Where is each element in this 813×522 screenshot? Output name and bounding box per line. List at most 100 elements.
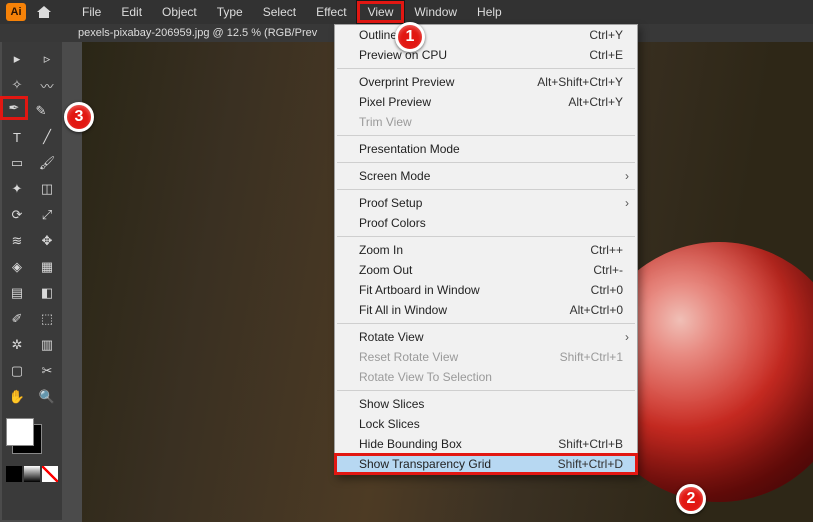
menu-view[interactable]: View — [357, 1, 405, 23]
width-tool[interactable]: ≋ — [3, 229, 31, 253]
menu-item-shortcut: Ctrl+Y — [589, 28, 623, 42]
menu-item-shortcut: Alt+Ctrl+0 — [570, 303, 623, 317]
shape-builder-tool[interactable]: ◈ — [3, 255, 31, 279]
menu-item-label: Rotate View To Selection — [359, 370, 492, 384]
menu-separator — [337, 390, 635, 391]
menu-item-proof-setup[interactable]: Proof Setup — [335, 193, 637, 213]
menu-item-label: Reset Rotate View — [359, 350, 458, 364]
menu-item-pixel-preview[interactable]: Pixel PreviewAlt+Ctrl+Y — [335, 92, 637, 112]
menu-item-label: Fit Artboard in Window — [359, 283, 480, 297]
swatch-solid[interactable] — [6, 466, 22, 482]
menu-item-fit-all-in-window[interactable]: Fit All in Window Alt+Ctrl+0 — [335, 300, 637, 320]
menu-item-rotate-view[interactable]: Rotate View — [335, 327, 637, 347]
menu-separator — [337, 68, 635, 69]
eyedropper-tool[interactable]: ✐ — [3, 307, 31, 331]
menu-item-lock-slices[interactable]: Lock Slices — [335, 414, 637, 434]
menu-item-fit-artboard-in-window[interactable]: Fit Artboard in Window Ctrl+0 — [335, 280, 637, 300]
menu-separator — [337, 236, 635, 237]
type-tool[interactable]: T — [3, 125, 31, 149]
menu-item-proof-colors[interactable]: Proof Colors — [335, 213, 637, 233]
menu-item-label: Outline — [359, 28, 397, 42]
menu-item-overprint-preview[interactable]: Overprint PreviewAlt+Shift+Ctrl+Y — [335, 72, 637, 92]
menu-item-shortcut: Shift+Ctrl+B — [558, 437, 623, 451]
menu-object[interactable]: Object — [152, 1, 207, 23]
menu-item-label: Lock Slices — [359, 417, 420, 431]
menu-item-zoom-in[interactable]: Zoom InCtrl++ — [335, 240, 637, 260]
menu-select[interactable]: Select — [253, 1, 306, 23]
menu-item-label: Proof Setup — [359, 196, 422, 210]
menu-item-shortcut: Alt+Shift+Ctrl+Y — [537, 75, 623, 89]
mesh-tool[interactable]: ▤ — [3, 281, 31, 305]
menu-item-label: Presentation Mode — [359, 142, 460, 156]
menu-item-label: Screen Mode — [359, 169, 430, 183]
document-title: pexels-pixabay-206959.jpg @ 12.5 % (RGB/… — [78, 27, 317, 39]
eraser-tool[interactable]: ◫ — [33, 177, 61, 201]
app-logo: Ai — [6, 3, 26, 21]
menu-item-show-transparency-grid[interactable]: Show Transparency GridShift+Ctrl+D — [335, 454, 637, 474]
menu-item-shortcut: Ctrl++ — [590, 243, 623, 257]
menu-item-label: Trim View — [359, 115, 412, 129]
zoom-tool[interactable]: 🔍 — [33, 385, 61, 409]
menu-item-label: Rotate View — [359, 330, 423, 344]
line-tool[interactable]: ╱ — [33, 125, 61, 149]
shaper-tool[interactable]: ✦ — [3, 177, 31, 201]
menu-item-label: Fit All in Window — [359, 303, 447, 317]
swatch-none[interactable] — [42, 466, 58, 482]
scale-tool[interactable]: ⤢ — [33, 203, 61, 227]
menu-item-zoom-out[interactable]: Zoom Out Ctrl+- — [335, 260, 637, 280]
menu-item-shortcut: Ctrl+- — [593, 263, 623, 277]
blend-tool[interactable]: ⬚ — [33, 307, 61, 331]
free-transform-tool[interactable]: ✥ — [33, 229, 61, 253]
paintbrush-tool[interactable]: 🖌 — [33, 151, 61, 175]
hand-tool[interactable]: ✋ — [3, 385, 31, 409]
slice-tool[interactable]: ✂ — [33, 359, 61, 383]
swatch-gradient[interactable] — [24, 466, 40, 482]
menu-separator — [337, 162, 635, 163]
rotate-tool[interactable]: ⟳ — [3, 203, 31, 227]
curvature-tool[interactable]: ✎ — [27, 99, 55, 123]
menu-item-hide-bounding-box[interactable]: Hide Bounding Box Shift+Ctrl+B — [335, 434, 637, 454]
menu-item-reset-rotate-view: Reset Rotate View Shift+Ctrl+1 — [335, 347, 637, 367]
callout-2: 2 — [676, 484, 706, 514]
menu-item-shortcut: Alt+Ctrl+Y — [568, 95, 623, 109]
top-menubar: Ai File Edit Object Type Select Effect V… — [0, 0, 813, 24]
graph-tool[interactable]: ▥ — [33, 333, 61, 357]
menu-item-label: Hide Bounding Box — [359, 437, 462, 451]
menu-item-outline[interactable]: Outline Ctrl+Y — [335, 25, 637, 45]
callout-3: 3 — [64, 102, 94, 132]
fill-stroke-swatch[interactable] — [6, 418, 34, 446]
menu-item-trim-view: Trim View — [335, 112, 637, 132]
direct-selection-tool[interactable]: ▹ — [33, 47, 61, 71]
menu-item-label: Zoom Out — [359, 263, 412, 277]
menu-separator — [337, 189, 635, 190]
magic-wand-tool[interactable]: ✧ — [3, 73, 31, 97]
menu-item-preview-on-cpu[interactable]: Preview on CPUCtrl+E — [335, 45, 637, 65]
menu-item-show-slices[interactable]: Show Slices — [335, 394, 637, 414]
symbol-sprayer-tool[interactable]: ✲ — [3, 333, 31, 357]
menu-item-shortcut: Ctrl+0 — [591, 283, 623, 297]
menu-type[interactable]: Type — [207, 1, 253, 23]
menu-window[interactable]: Window — [404, 1, 467, 23]
lasso-tool[interactable]: 〰 — [33, 73, 61, 97]
color-swatches[interactable] — [2, 418, 62, 482]
menu-item-screen-mode[interactable]: Screen Mode — [335, 166, 637, 186]
menu-file[interactable]: File — [72, 1, 111, 23]
menu-effect[interactable]: Effect — [306, 1, 356, 23]
menu-item-shortcut: Ctrl+E — [589, 48, 623, 62]
selection-tool[interactable]: ▸ — [3, 47, 31, 71]
menu-item-shortcut: Shift+Ctrl+D — [558, 457, 623, 471]
menu-item-label: Show Slices — [359, 397, 424, 411]
artboard-tool[interactable]: ▢ — [3, 359, 31, 383]
menu-bar: File Edit Object Type Select Effect View… — [72, 1, 512, 23]
menu-help[interactable]: Help — [467, 1, 512, 23]
pen-tool[interactable]: ✒ — [0, 96, 28, 120]
perspective-tool[interactable]: ▦ — [33, 255, 61, 279]
menu-item-presentation-mode[interactable]: Presentation Mode — [335, 139, 637, 159]
view-menu-dropdown: Outline Ctrl+Y Preview on CPUCtrl+E Overpri… — [334, 24, 638, 475]
home-icon[interactable] — [34, 2, 54, 22]
gradient-tool[interactable]: ◧ — [33, 281, 61, 305]
menu-item-shortcut: Shift+Ctrl+1 — [560, 350, 623, 364]
menu-edit[interactable]: Edit — [111, 1, 152, 23]
menu-separator — [337, 323, 635, 324]
rectangle-tool[interactable]: ▭ — [3, 151, 31, 175]
